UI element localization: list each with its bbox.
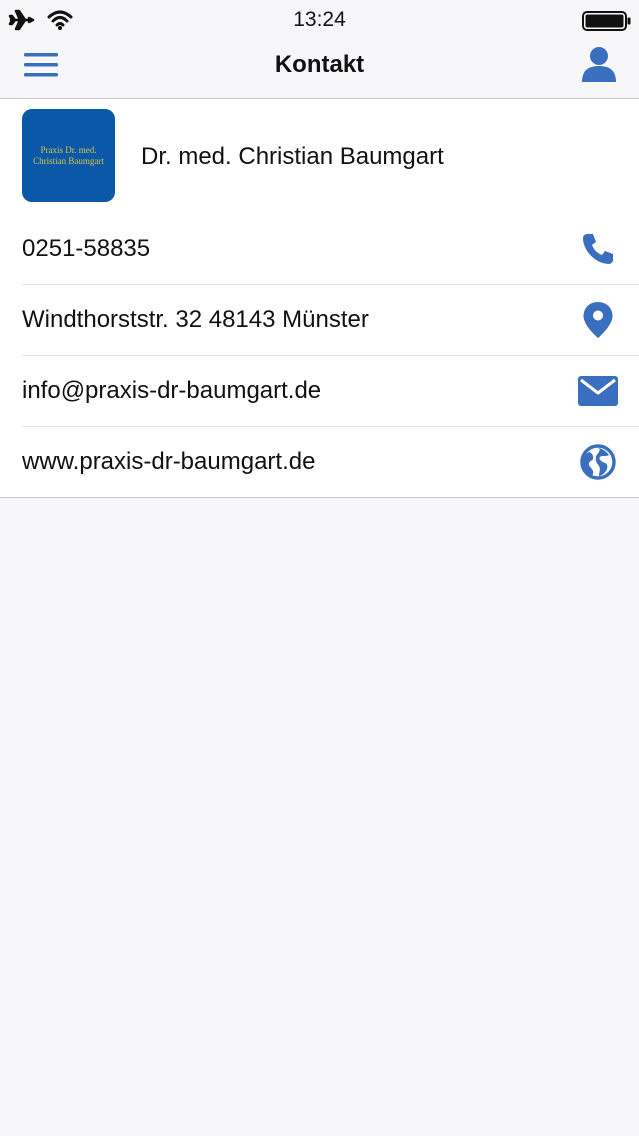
email-row[interactable]: info@praxis-dr-baumgart.de xyxy=(22,355,639,426)
map-pin-icon[interactable] xyxy=(577,300,619,340)
practice-logo: Praxis Dr. med. Christian Baumgart xyxy=(22,109,115,202)
address-row[interactable]: Windthorststr. 32 48143 Münster xyxy=(22,284,639,355)
status-bar: 13:24 xyxy=(0,0,639,40)
website-row[interactable]: www.praxis-dr-baumgart.de xyxy=(22,426,639,497)
contact-card: Praxis Dr. med. Christian Baumgart Dr. m… xyxy=(0,99,639,498)
contact-header: Praxis Dr. med. Christian Baumgart Dr. m… xyxy=(0,99,639,214)
email-address: info@praxis-dr-baumgart.de xyxy=(22,377,322,404)
contact-name: Dr. med. Christian Baumgart xyxy=(141,143,444,170)
battery-icon xyxy=(582,11,631,31)
navigation-bar: Kontakt xyxy=(0,40,639,99)
website-url: www.praxis-dr-baumgart.de xyxy=(22,448,316,475)
user-profile-icon[interactable] xyxy=(580,45,618,83)
logo-line: Christian Baumgart xyxy=(33,155,104,166)
status-time: 13:24 xyxy=(293,8,346,31)
phone-icon[interactable] xyxy=(577,229,619,269)
envelope-icon[interactable] xyxy=(577,371,619,411)
logo-line: Praxis Dr. med. xyxy=(40,144,97,155)
page-title: Kontakt xyxy=(274,51,365,78)
address: Windthorststr. 32 48143 Münster xyxy=(22,306,369,333)
phone-number: 0251-58835 xyxy=(22,235,151,262)
globe-icon[interactable] xyxy=(577,442,619,482)
phone-row[interactable]: 0251-58835 xyxy=(22,214,639,284)
